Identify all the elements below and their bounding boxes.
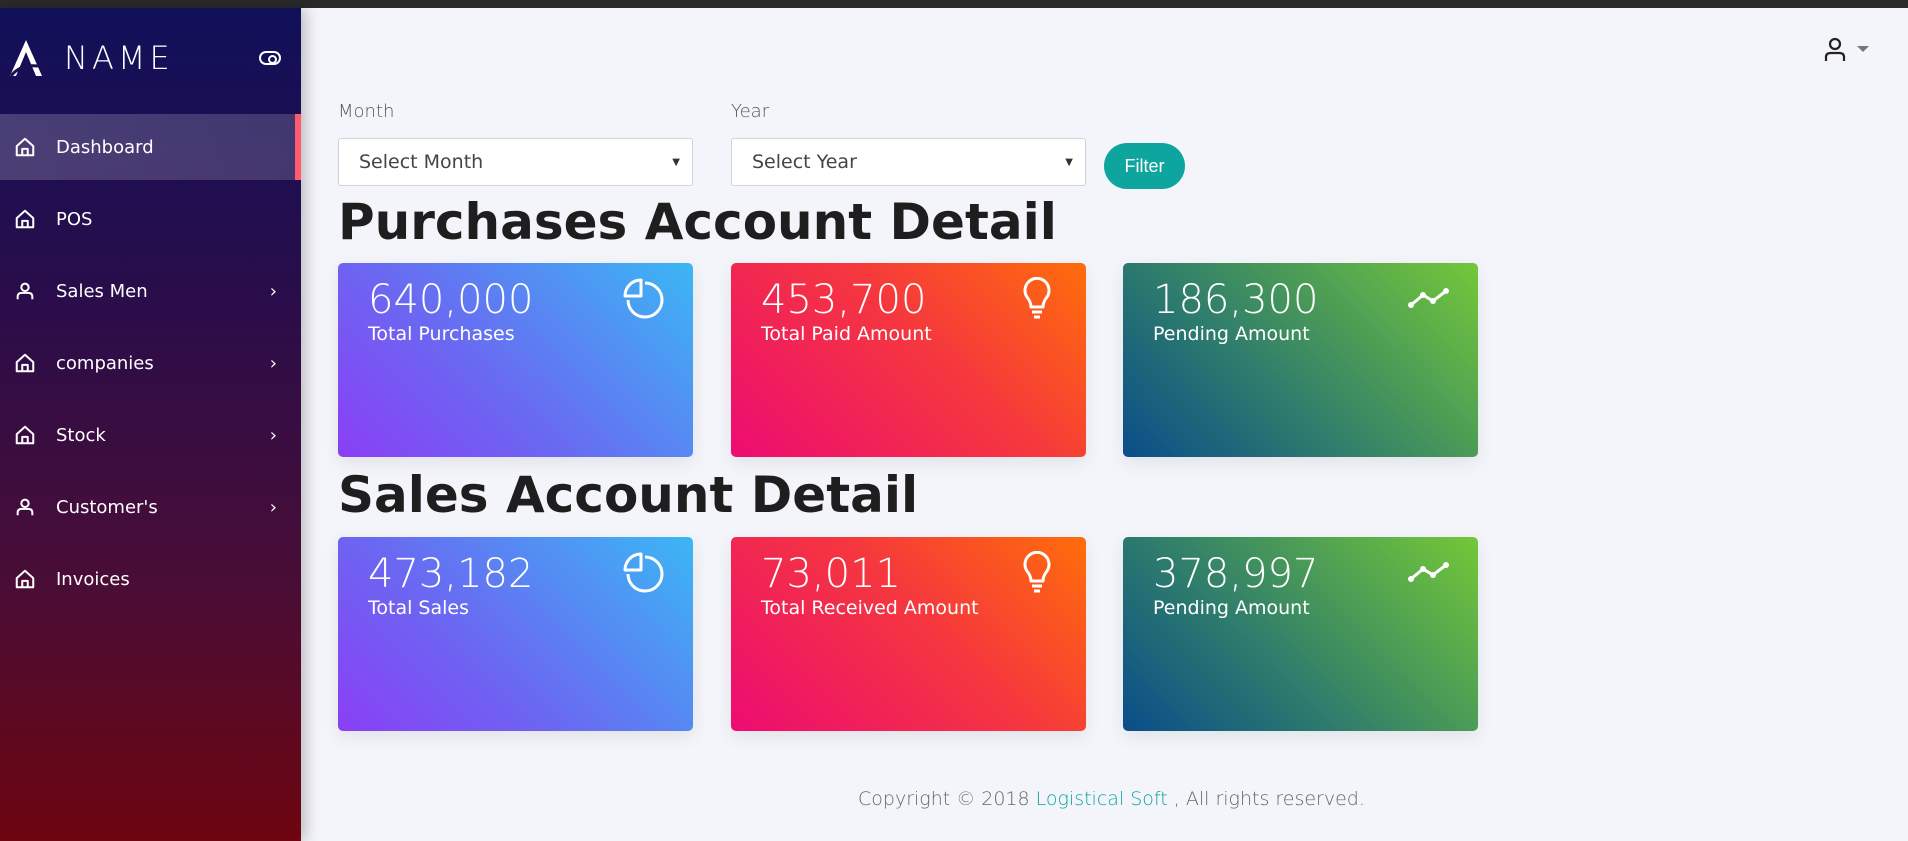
- total-paid-card: 453,700 Total Paid Amount: [731, 263, 1086, 457]
- pie-chart-icon: [623, 552, 664, 593]
- home-icon: [15, 353, 35, 373]
- sidebar-item-dashboard[interactable]: Dashboard: [0, 114, 301, 180]
- card-label: Total Paid Amount: [761, 323, 932, 345]
- sidebar-item-label: Sales Men: [56, 280, 148, 302]
- home-icon: [15, 569, 35, 589]
- sidebar-item-label: Customer's: [56, 496, 158, 518]
- sidebar-toggle-icon[interactable]: [259, 51, 281, 65]
- card-value: 473,182: [368, 551, 534, 597]
- sidebar-item-pos[interactable]: POS: [0, 186, 301, 252]
- home-icon: [15, 209, 35, 229]
- logo-icon: [9, 40, 42, 77]
- browser-top-bar: [0, 0, 1908, 8]
- sidebar-item-label: companies: [56, 352, 154, 374]
- sidebar-item-invoices[interactable]: Invoices: [0, 546, 301, 612]
- home-icon: [15, 137, 35, 157]
- brand-logo[interactable]: NAME: [8, 38, 174, 78]
- year-label: Year: [731, 101, 770, 122]
- home-icon: [15, 425, 35, 445]
- sidebar-item-label: Dashboard: [56, 136, 154, 158]
- sidebar-item-sales-men[interactable]: Sales Men ›: [0, 258, 301, 324]
- user-menu[interactable]: [1823, 36, 1869, 62]
- chevron-right-icon: ›: [269, 424, 277, 446]
- chevron-right-icon: ›: [269, 496, 277, 518]
- trend-line-icon: [1408, 562, 1449, 582]
- total-sales-card: 473,182 Total Sales: [338, 537, 693, 731]
- chevron-right-icon: ›: [269, 352, 277, 374]
- card-label: Total Received Amount: [761, 597, 979, 619]
- user-icon: [1824, 37, 1846, 61]
- sidebar-item-stock[interactable]: Stock ›: [0, 402, 301, 468]
- filter-button[interactable]: Filter: [1104, 143, 1185, 189]
- card-label: Pending Amount: [1153, 323, 1310, 345]
- year-select-value: Select Year: [752, 151, 857, 173]
- sales-pending-amount-card: 378,997 Pending Amount: [1123, 537, 1478, 731]
- pending-amount-card: 186,300 Pending Amount: [1123, 263, 1478, 457]
- sidebar-nav: Dashboard POS Sales Men › companies › St…: [0, 114, 301, 618]
- sales-heading: Sales Account Detail: [338, 466, 919, 524]
- month-select[interactable]: Select Month ▼: [338, 138, 693, 186]
- sidebar-item-customers[interactable]: Customer's ›: [0, 474, 301, 540]
- month-label: Month: [338, 101, 395, 122]
- footer-copyright: Copyright © 2018: [858, 788, 1036, 810]
- user-icon: [16, 282, 34, 300]
- card-label: Total Purchases: [368, 323, 515, 345]
- footer-company-link[interactable]: Logistical Soft: [1036, 788, 1168, 810]
- year-select[interactable]: Select Year ▼: [731, 138, 1086, 186]
- lightbulb-icon: [1023, 551, 1051, 593]
- sidebar-item-label: Invoices: [56, 568, 130, 590]
- pie-chart-icon: [623, 278, 664, 319]
- chevron-right-icon: ›: [269, 280, 277, 302]
- card-label: Total Sales: [368, 597, 469, 619]
- dropdown-arrow-icon: ▼: [1065, 156, 1073, 168]
- brand-name: NAME: [64, 39, 174, 77]
- card-value: 378,997: [1153, 551, 1319, 597]
- card-value: 186,300: [1153, 277, 1319, 323]
- sidebar-item-label: Stock: [56, 424, 106, 446]
- total-purchases-card: 640,000 Total Purchases: [338, 263, 693, 457]
- total-received-card: 73,011 Total Received Amount: [731, 537, 1086, 731]
- card-label: Pending Amount: [1153, 597, 1310, 619]
- dropdown-arrow-icon: ▼: [672, 156, 680, 168]
- card-value: 73,011: [761, 551, 901, 597]
- user-icon: [16, 498, 34, 516]
- footer: Copyright © 2018 Logistical Soft , All r…: [858, 788, 1365, 810]
- sidebar-item-companies[interactable]: companies ›: [0, 330, 301, 396]
- trend-line-icon: [1408, 288, 1449, 308]
- card-value: 453,700: [761, 277, 927, 323]
- card-value: 640,000: [368, 277, 534, 323]
- lightbulb-icon: [1023, 277, 1051, 319]
- sidebar: NAME Dashboard POS Sales Men › companies…: [0, 8, 301, 841]
- footer-rights: , All rights reserved.: [1167, 788, 1365, 810]
- caret-down-icon: [1857, 46, 1869, 52]
- purchases-heading: Purchases Account Detail: [338, 193, 1057, 251]
- month-select-value: Select Month: [359, 151, 484, 173]
- sidebar-item-label: POS: [56, 208, 93, 230]
